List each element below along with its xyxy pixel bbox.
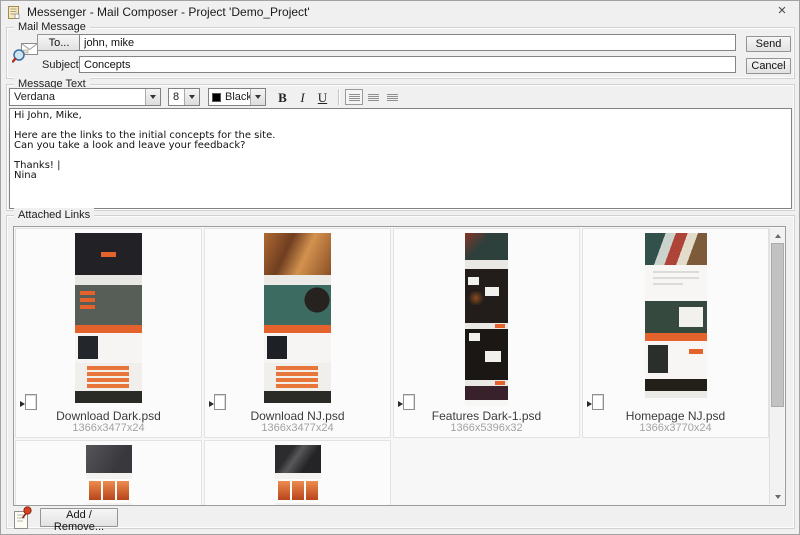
chevron-down-icon[interactable]: [250, 89, 265, 105]
mail-message-group-label: Mail Message: [14, 20, 90, 34]
font-color-dropdown[interactable]: Black: [208, 88, 266, 106]
align-center-icon: [368, 94, 379, 101]
attachment-thumbnail: [645, 233, 707, 398]
subject-field[interactable]: [79, 56, 736, 73]
vertical-scrollbar[interactable]: [769, 228, 784, 504]
scroll-up-icon[interactable]: [770, 228, 785, 243]
message-text-group: Message Text Verdana 8 Black B I U: [6, 84, 795, 211]
align-left-icon: [349, 94, 360, 101]
mail-message-group: Mail Message To... Subject: Send Cancel: [6, 27, 795, 79]
attachments-panel: Download Dark.psd 1366x3477x24 Download …: [13, 226, 786, 506]
cancel-button[interactable]: Cancel: [746, 58, 791, 74]
attachment-item[interactable]: Download Dark.psd 1366x3477x24: [15, 228, 202, 438]
window-title: Messenger - Mail Composer - Project 'Dem…: [27, 5, 310, 19]
message-body-input[interactable]: Hi John, Mike, Here are the links to the…: [9, 108, 792, 209]
link-badge-icon: [397, 394, 416, 410]
align-right-button[interactable]: [383, 89, 401, 105]
to-field[interactable]: [79, 34, 736, 51]
font-size-dropdown[interactable]: 8: [168, 88, 200, 106]
close-icon[interactable]: ×: [773, 2, 791, 20]
attachment-thumbnail: [86, 445, 132, 506]
font-family-dropdown[interactable]: Verdana: [9, 88, 161, 106]
attached-links-group-label: Attached Links: [14, 208, 94, 222]
add-remove-button[interactable]: Add / Remove...: [40, 508, 118, 527]
attachment-pin-icon: [11, 505, 35, 532]
send-button[interactable]: Send: [746, 36, 791, 52]
align-right-icon: [387, 94, 398, 101]
attachment-item[interactable]: [204, 440, 391, 506]
underline-button[interactable]: U: [314, 89, 331, 106]
scroll-down-icon[interactable]: [770, 489, 785, 504]
titlebar: Messenger - Mail Composer - Project 'Dem…: [1, 1, 799, 23]
attachment-name: Download NJ.psd: [205, 409, 390, 423]
link-badge-icon: [208, 394, 227, 410]
font-color-value: Black: [221, 91, 250, 103]
color-swatch-icon: [212, 93, 221, 102]
attachment-thumbnail: [264, 233, 331, 403]
subject-label: Subject:: [42, 59, 82, 71]
attachment-item[interactable]: Features Dark-1.psd 1366x5396x32: [393, 228, 580, 438]
attachment-dimensions: 1366x5396x32: [394, 422, 579, 434]
attachment-dimensions: 1366x3770x24: [583, 422, 768, 434]
to-button[interactable]: To...: [37, 34, 81, 51]
app-icon: [6, 5, 21, 20]
attachment-dimensions: 1366x3477x24: [16, 422, 201, 434]
attachment-item[interactable]: [15, 440, 202, 506]
italic-button[interactable]: I: [294, 89, 311, 106]
attachment-dimensions: 1366x3477x24: [205, 422, 390, 434]
format-toolbar: Verdana 8 Black B I U: [9, 87, 401, 107]
attachment-name: Features Dark-1.psd: [394, 409, 579, 423]
font-family-value: Verdana: [10, 91, 145, 103]
align-center-button[interactable]: [364, 89, 382, 105]
attachment-item[interactable]: Homepage NJ.psd 1366x3770x24: [582, 228, 769, 438]
attachment-thumbnail: [465, 233, 508, 406]
attachment-thumbnail: [275, 445, 321, 506]
attachment-name: Download Dark.psd: [16, 409, 201, 423]
link-badge-icon: [586, 394, 605, 410]
chevron-down-icon[interactable]: [145, 89, 160, 105]
message-body-text: Hi John, Mike, Here are the links to the…: [10, 109, 791, 183]
mail-composer-window: Messenger - Mail Composer - Project 'Dem…: [0, 0, 800, 535]
toolbar-separator: [338, 89, 339, 105]
attachment-item[interactable]: Download NJ.psd 1366x3477x24: [204, 228, 391, 438]
attachment-name: Homepage NJ.psd: [583, 409, 768, 423]
attachment-thumbnail: [75, 233, 142, 403]
font-size-value: 8: [169, 91, 184, 103]
scrollbar-thumb[interactable]: [771, 243, 784, 407]
link-badge-icon: [19, 394, 38, 410]
attached-links-group: Attached Links Download Dark.psd 1366x34…: [6, 215, 795, 529]
chevron-down-icon[interactable]: [184, 89, 199, 105]
bold-button[interactable]: B: [274, 89, 291, 106]
align-left-button[interactable]: [345, 89, 363, 105]
mail-search-icon: [12, 40, 40, 64]
